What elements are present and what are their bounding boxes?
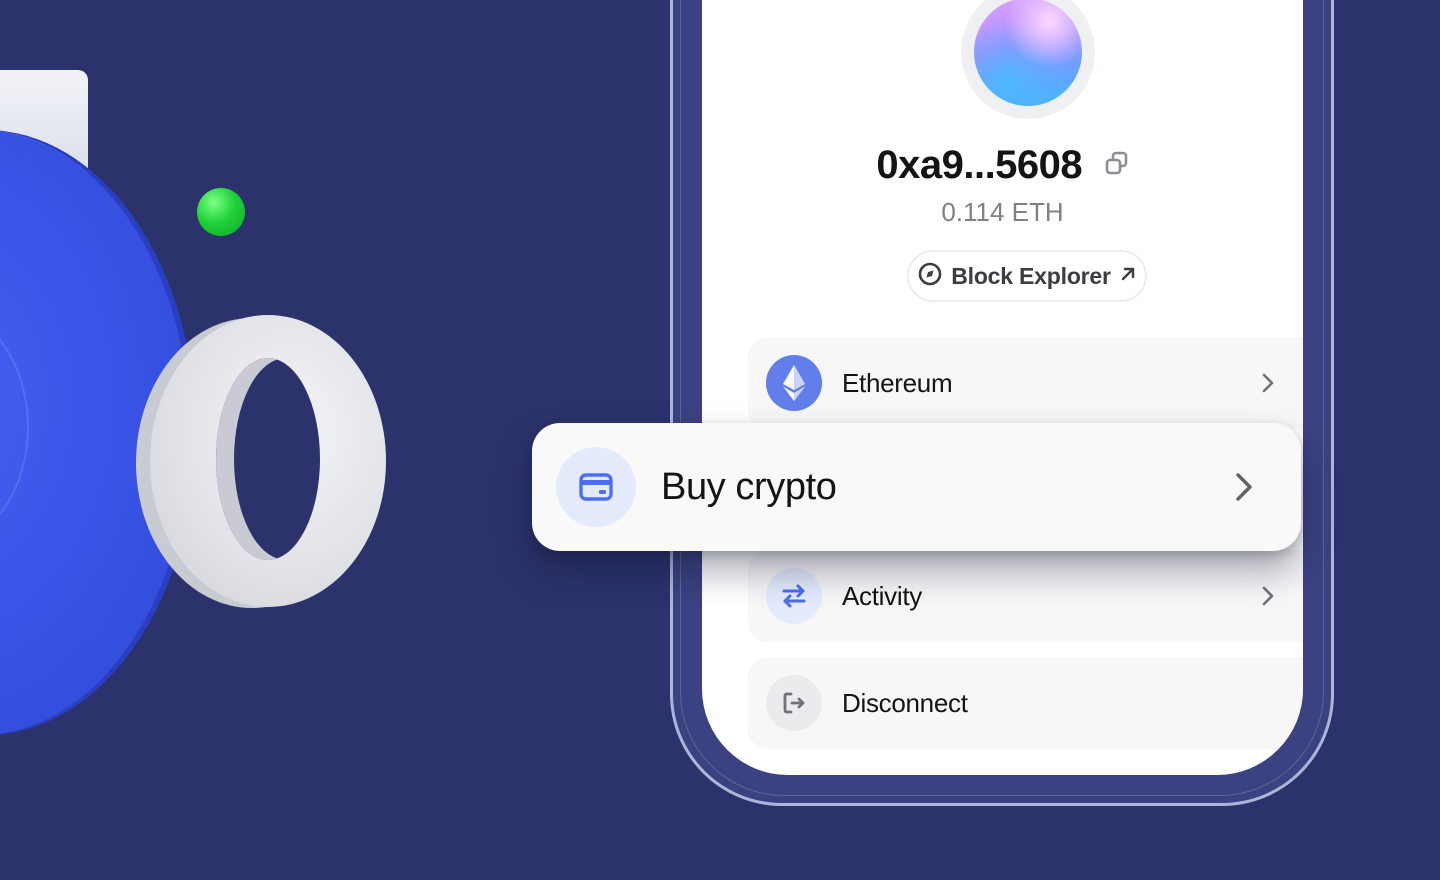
decorative-green-ball	[197, 188, 245, 236]
logout-icon	[766, 675, 822, 731]
arrow-up-right-icon	[1119, 265, 1137, 288]
activity-item[interactable]: Activity	[748, 550, 1303, 642]
stage: 0xa9...5608 0.114 ETH Block Explorer Eth…	[0, 0, 1440, 880]
network-ethereum-item[interactable]: Ethereum	[748, 337, 1303, 429]
wallet-balance: 0.114 ETH	[941, 197, 1064, 227]
copy-icon[interactable]	[1105, 151, 1129, 175]
buy-crypto-label: Buy crypto	[661, 466, 837, 508]
ethereum-icon	[766, 355, 822, 411]
disconnect-label: Disconnect	[842, 688, 968, 718]
wallet-screen: 0xa9...5608 0.114 ETH Block Explorer Eth…	[702, 0, 1303, 775]
address-row: 0xa9...5608	[702, 140, 1303, 190]
block-explorer-button[interactable]: Block Explorer	[907, 250, 1147, 302]
card-icon	[556, 447, 636, 527]
chevron-right-icon	[1256, 371, 1280, 395]
block-explorer-label: Block Explorer	[951, 262, 1111, 289]
avatar	[974, 0, 1082, 106]
buy-crypto-item[interactable]: Buy crypto	[532, 423, 1301, 551]
chevron-right-icon	[1229, 469, 1259, 505]
chevron-right-icon	[1256, 584, 1280, 608]
activity-label: Activity	[842, 581, 922, 611]
disconnect-item[interactable]: Disconnect	[748, 657, 1303, 749]
wallet-address: 0xa9...5608	[876, 143, 1083, 187]
swap-arrows-icon	[766, 568, 822, 624]
ethereum-label: Ethereum	[842, 368, 953, 398]
decorative-ring-hole	[216, 358, 320, 560]
compass-icon	[917, 261, 943, 292]
